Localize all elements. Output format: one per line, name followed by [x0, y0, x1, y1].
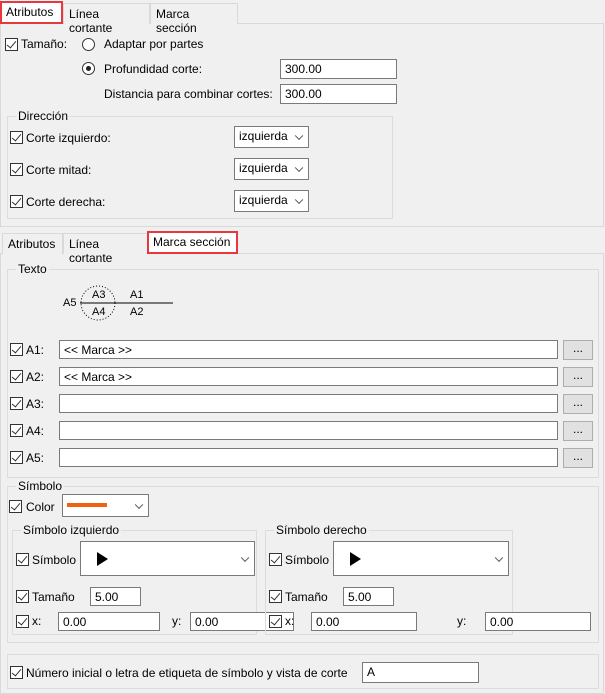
distancia-input[interactable]: 300.00 [280, 84, 397, 104]
y-left-label: y: [172, 614, 182, 628]
chevron-down-icon [134, 500, 144, 509]
a4-checkbox[interactable] [10, 424, 23, 437]
a5-input[interactable] [59, 448, 558, 467]
a2-label: A2: [26, 370, 45, 384]
simbolo-right-checkbox[interactable] [269, 553, 282, 566]
corte-derecha-select[interactable]: izquierda [234, 190, 309, 212]
texto-title: Texto [16, 262, 49, 276]
tab-atributos-2[interactable]: Atributos [2, 233, 63, 254]
chevron-down-icon [294, 195, 304, 205]
tamano-checkbox[interactable] [5, 38, 18, 51]
diagram-a2: A2 [130, 306, 144, 318]
simbolo-right-title: Símbolo derecho [274, 523, 369, 537]
diagram-a1: A1 [130, 289, 144, 301]
profundidad-radio[interactable] [82, 62, 95, 75]
adaptar-radio[interactable] [82, 38, 95, 51]
x-right-input[interactable]: 0.00 [311, 612, 417, 631]
chevron-down-icon [294, 163, 304, 173]
numero-checkbox[interactable] [10, 666, 23, 679]
diagram-a5: A5 [63, 297, 77, 309]
triangle-arrow-icon [97, 552, 108, 566]
simbolo-right-label: Símbolo [285, 553, 330, 567]
a4-label: A4: [26, 424, 45, 438]
tamano-right-checkbox[interactable] [269, 590, 282, 603]
tamano-right-input[interactable]: 5.00 [343, 587, 394, 606]
simbolo-right-select[interactable] [333, 541, 509, 576]
tab-atributos[interactable]: Atributos [0, 1, 63, 24]
adaptar-label: Adaptar por partes [104, 37, 204, 51]
chevron-down-icon [494, 553, 504, 562]
diagram-a4: A4 [92, 306, 106, 318]
corte-derecha-label: Corte derecha: [26, 195, 106, 209]
simbolo-left-label: Símbolo [32, 553, 77, 567]
corte-mitad-checkbox[interactable] [10, 163, 23, 176]
a3-checkbox[interactable] [10, 397, 23, 410]
tamano-left-input[interactable]: 5.00 [90, 587, 141, 606]
a3-browse-button[interactable]: ... [563, 394, 593, 414]
simbolo-left-select[interactable] [80, 541, 255, 576]
x-left-input[interactable]: 0.00 [58, 612, 160, 631]
a4-browse-button[interactable]: ... [563, 421, 593, 441]
corte-derecha-value: izquierda [239, 193, 288, 207]
offset-right-checkbox[interactable] [269, 615, 282, 628]
corte-izquierdo-select[interactable]: izquierda [234, 126, 309, 148]
a4-input[interactable] [59, 421, 558, 440]
triangle-arrow-icon [350, 552, 361, 566]
corte-mitad-label: Corte mitad: [26, 163, 92, 177]
tab-linea-cortante[interactable]: Línea cortante [63, 3, 150, 35]
a3-label: A3: [26, 397, 45, 411]
diagram-a3: A3 [92, 289, 106, 301]
x-left-label: x: [32, 614, 42, 628]
tamano-left-label: Tamaño [32, 590, 75, 604]
a5-browse-button[interactable]: ... [563, 448, 593, 468]
corte-mitad-select[interactable]: izquierda [234, 158, 309, 180]
color-select[interactable] [62, 494, 149, 517]
tab-marca-seccion[interactable]: Marca sección [150, 3, 238, 35]
corte-izquierdo-label: Corte izquierdo: [26, 131, 111, 145]
chevron-down-icon [240, 553, 250, 562]
corte-izquierdo-value: izquierda [239, 129, 288, 143]
color-checkbox[interactable] [9, 500, 22, 513]
a3-input[interactable] [59, 394, 558, 413]
a2-checkbox[interactable] [10, 370, 23, 383]
x-right-label: x: [285, 614, 295, 628]
a5-label: A5: [26, 451, 45, 465]
color-swatch [67, 503, 107, 507]
a1-label: A1: [26, 343, 45, 357]
a1-browse-button[interactable]: ... [563, 340, 593, 360]
simbolo-left-checkbox[interactable] [16, 553, 29, 566]
y-right-input[interactable]: 0.00 [485, 612, 591, 631]
a1-input[interactable]: << Marca >> [59, 340, 558, 359]
distancia-label: Distancia para combinar cortes: [104, 87, 273, 101]
profundidad-input[interactable]: 300.00 [280, 59, 397, 79]
y-right-label: y: [457, 614, 467, 628]
numero-input[interactable]: A [362, 662, 479, 683]
a2-browse-button[interactable]: ... [563, 367, 593, 387]
offset-left-checkbox[interactable] [16, 615, 29, 628]
a2-input[interactable]: << Marca >> [59, 367, 558, 386]
simbolo-title: Símbolo [16, 479, 65, 493]
corte-izquierdo-checkbox[interactable] [10, 131, 23, 144]
tamano-left-checkbox[interactable] [16, 590, 29, 603]
corte-derecha-checkbox[interactable] [10, 195, 23, 208]
a1-checkbox[interactable] [10, 343, 23, 356]
tamano-right-label: Tamaño [285, 590, 328, 604]
color-label: Color [26, 500, 55, 514]
chevron-down-icon [294, 131, 304, 141]
numero-label: Número inicial o letra de etiqueta de sí… [26, 666, 348, 680]
profundidad-label: Profundidad corte: [104, 62, 203, 76]
simbolo-left-title: Símbolo izquierdo [21, 523, 122, 537]
corte-mitad-value: izquierda [239, 161, 288, 175]
tab-linea-cortante-2[interactable]: Línea cortante [63, 233, 149, 265]
tab-marca-seccion-2[interactable]: Marca sección [147, 231, 238, 254]
a5-checkbox[interactable] [10, 451, 23, 464]
direccion-title: Dirección [16, 109, 71, 123]
tamano-label: Tamaño: [21, 37, 68, 51]
